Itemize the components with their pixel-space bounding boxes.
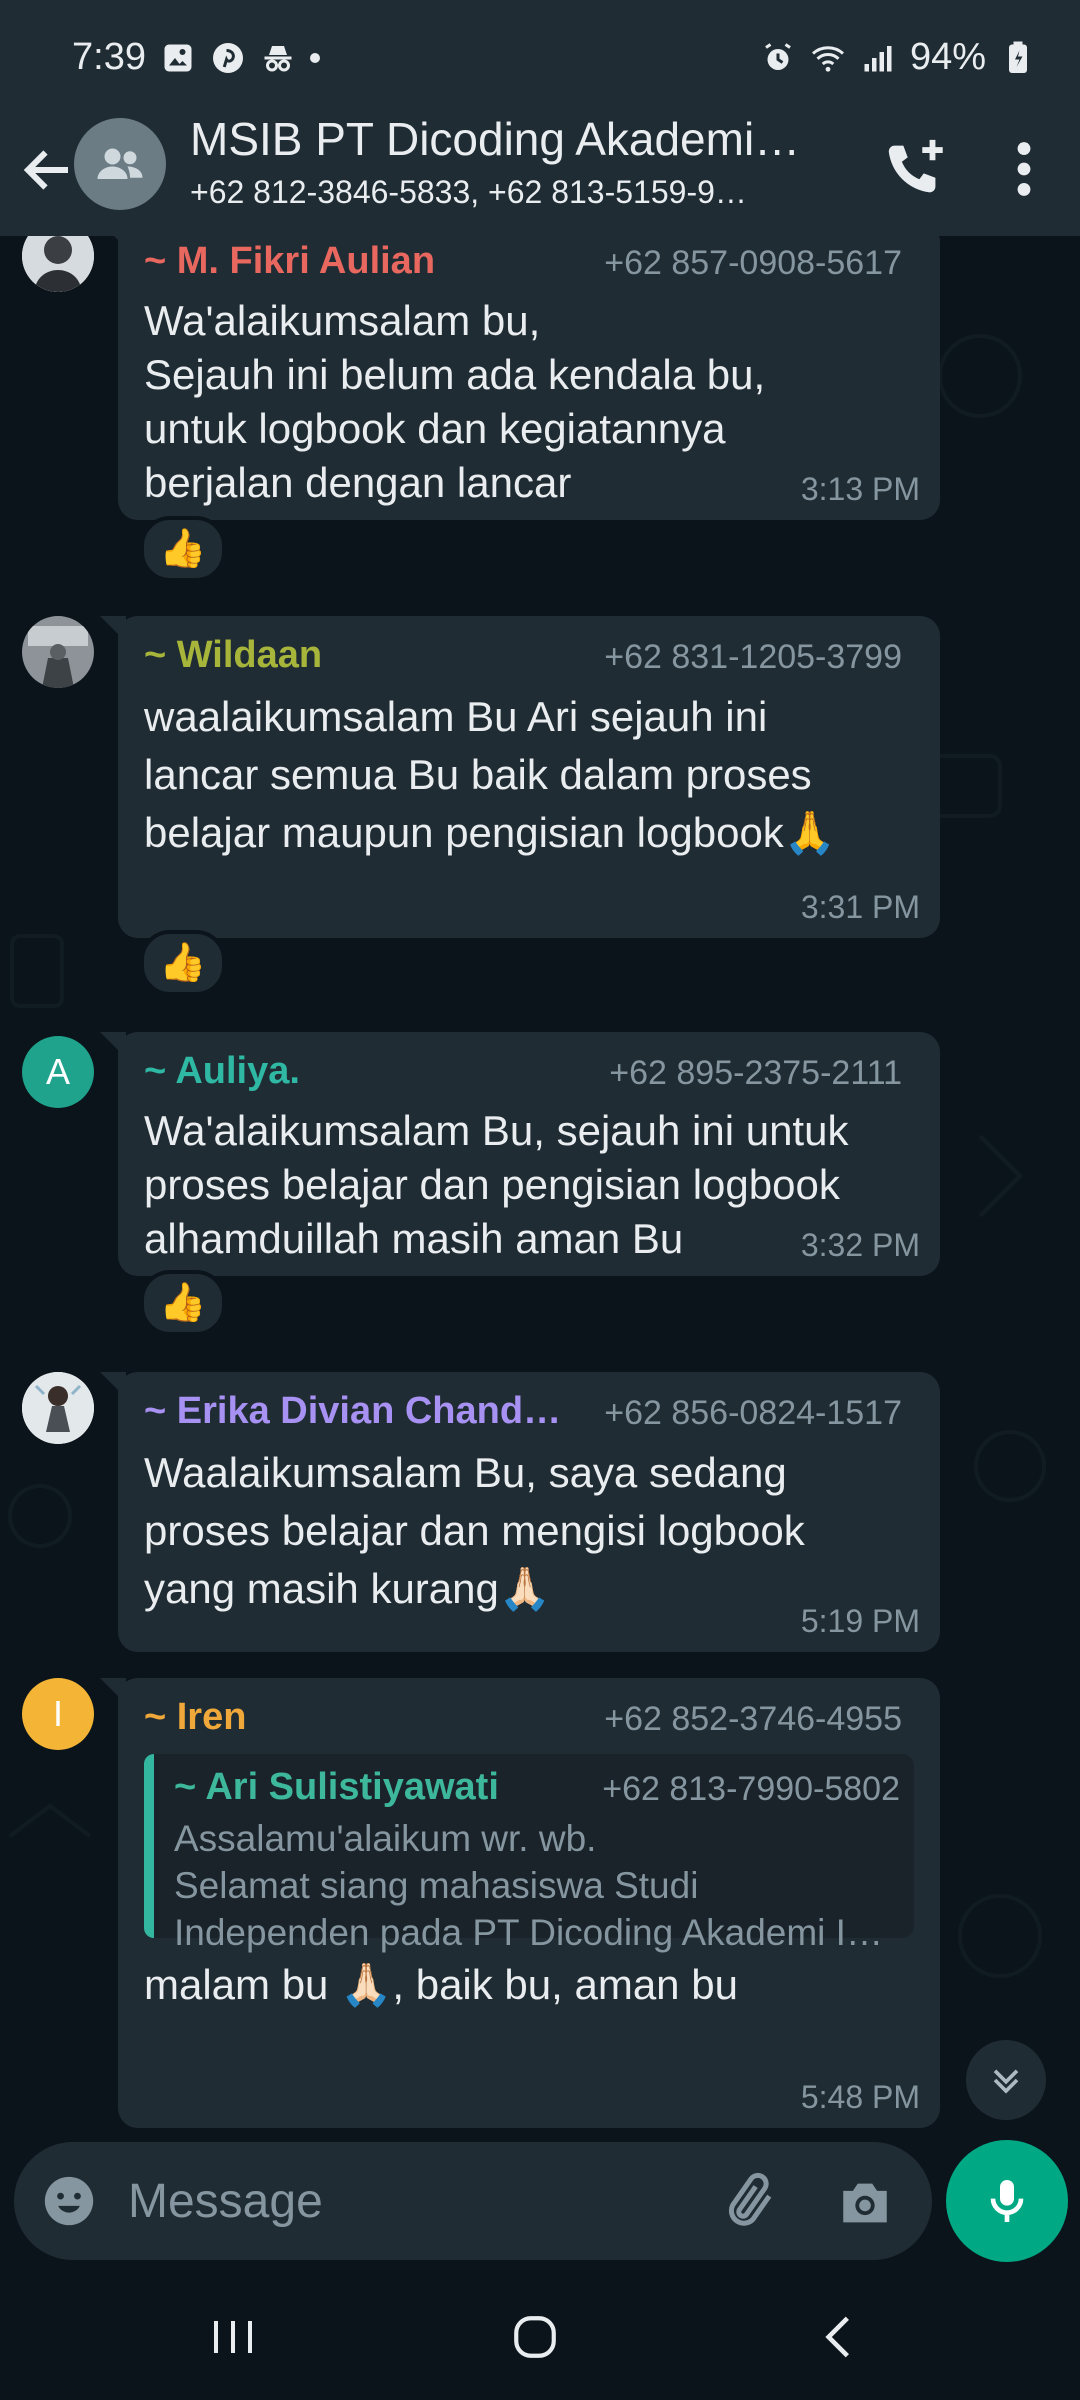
message-bubble[interactable]: ~ M. Fikri Aulian +62 857-0908-5617 Wa'a… — [100, 236, 940, 520]
incognito-notification-icon — [264, 46, 292, 72]
message-text: waalaikumsalam Bu Ari sejauh ini lancar … — [144, 693, 837, 856]
recent-apps-button[interactable] — [198, 2302, 268, 2372]
emoji-icon[interactable] — [40, 2172, 98, 2230]
message-sender[interactable]: ~ Erika Divian Chand… — [144, 1390, 561, 1433]
double-chevron-down-icon — [993, 2069, 1019, 2094]
person-photo-icon — [22, 1372, 94, 1444]
message-sender-phone: +62 852-3746-4955 — [604, 1700, 902, 1738]
camera-icon[interactable] — [836, 2174, 894, 2232]
message-sender-phone: +62 895-2375-2111 — [609, 1054, 902, 1092]
message-sender[interactable]: ~ M. Fikri Aulian — [144, 240, 435, 283]
nav-back-icon — [825, 2316, 849, 2358]
bubble-tail — [100, 236, 126, 248]
message-time: 3:13 PM — [800, 471, 920, 507]
status-bar: 7:39 94% — [0, 0, 1080, 120]
recent-apps-icon — [214, 2321, 252, 2353]
more-vert-icon[interactable] — [1000, 134, 1048, 204]
message-bubble[interactable]: ~ Erika Divian Chand… +62 856-0824-1517 … — [100, 1372, 940, 1652]
message-time: 3:31 PM — [800, 889, 920, 925]
message-time: 5:48 PM — [800, 2079, 920, 2115]
sender-avatar[interactable] — [22, 616, 94, 688]
message-composer — [14, 2142, 932, 2260]
message-reaction[interactable]: 👍 — [140, 1270, 226, 1336]
more-notifications-dot-icon — [310, 53, 320, 63]
message-text: Wa'alaikumsalam bu, Sejauh ini belum ada… — [144, 297, 766, 506]
sender-avatar[interactable] — [22, 1372, 94, 1444]
mic-icon — [990, 2180, 1024, 2222]
status-notification-icons — [160, 40, 320, 76]
message-sender-phone: +62 831-1205-3799 — [604, 638, 902, 676]
quoted-text: Assalamu'alaikum wr. wb. Selamat siang m… — [174, 1818, 883, 1953]
home-button[interactable] — [500, 2302, 570, 2372]
gallery-notification-icon — [164, 44, 192, 72]
message-time: 5:19 PM — [800, 1603, 920, 1639]
sender-avatar[interactable]: A — [22, 1036, 94, 1108]
message-text: Wa'alaikumsalam Bu, sejauh ini untuk pro… — [144, 1107, 849, 1262]
message-time: 3:32 PM — [800, 1227, 920, 1263]
home-icon — [514, 2316, 556, 2358]
battery-icon — [1009, 41, 1027, 73]
pinterest-notification-icon — [213, 43, 243, 73]
top-bar: 7:39 94% MSIB PT Dicoding Akademi… +62 8… — [0, 0, 1080, 236]
status-system-icons: 94% — [760, 36, 1036, 79]
back-button[interactable] — [804, 2302, 874, 2372]
system-navigation-bar — [0, 2270, 1080, 2400]
message-bubble[interactable]: ~ Auliya. +62 895-2375-2111 Wa'alaikumsa… — [100, 1032, 940, 1276]
message-text: malam bu 🙏🏻, baik bu, aman bu — [144, 1961, 738, 2008]
quoted-sender-phone: +62 813-7990-5802 — [602, 1770, 900, 1808]
chat-area[interactable]: ~ M. Fikri Aulian +62 857-0908-5617 Wa'a… — [0, 236, 1080, 2136]
quoted-message[interactable]: ~ Ari Sulistiyawati +62 813-7990-5802 As… — [144, 1754, 914, 1953]
message-reaction[interactable]: 👍 — [140, 516, 226, 582]
message-bubble[interactable]: ~ Iren +62 852-3746-4955 ~ Ari Sulistiya… — [100, 1678, 940, 2128]
bubble-tail — [100, 1678, 126, 1704]
message-sender-phone: +62 856-0824-1517 — [604, 1394, 902, 1432]
message-text: Waalaikumsalam Bu, saya sedang proses be… — [144, 1449, 805, 1612]
status-time: 7:39 — [72, 36, 146, 78]
message-input[interactable] — [126, 2170, 690, 2232]
group-avatar[interactable] — [74, 118, 166, 210]
message-sender[interactable]: ~ Iren — [144, 1696, 246, 1739]
message-reaction[interactable]: 👍 — [140, 930, 226, 996]
group-icon — [97, 148, 143, 179]
bubble-tail — [100, 616, 126, 642]
chat-title[interactable]: MSIB PT Dicoding Akademi… — [190, 112, 800, 166]
quote-bar — [144, 1754, 154, 1938]
message-sender-phone: +62 857-0908-5617 — [604, 244, 902, 282]
signal-icon — [864, 45, 892, 71]
chat-participants[interactable]: +62 812-3846-5833, +62 813-5159-9… — [190, 174, 747, 211]
battery-percent: 94% — [909, 36, 986, 78]
voice-record-button[interactable] — [946, 2140, 1068, 2262]
scroll-to-bottom-button[interactable] — [966, 2040, 1046, 2120]
message-sender[interactable]: ~ Auliya. — [144, 1050, 300, 1093]
add-call-icon[interactable] — [880, 134, 950, 204]
chat-header: MSIB PT Dicoding Akademi… +62 812-3846-5… — [0, 112, 1080, 236]
paperclip-icon[interactable] — [720, 2172, 780, 2232]
back-arrow-icon[interactable] — [18, 140, 78, 200]
wifi-icon — [811, 45, 844, 72]
sender-avatar[interactable]: I — [22, 1678, 94, 1750]
person-photo-icon — [22, 616, 94, 688]
bubble-tail — [100, 1032, 126, 1058]
message-bubble[interactable]: ~ Wildaan +62 831-1205-3799 waalaikumsal… — [100, 616, 940, 938]
message-sender[interactable]: ~ Wildaan — [144, 634, 322, 677]
alarm-icon — [765, 42, 791, 70]
bubble-tail — [100, 1372, 126, 1398]
